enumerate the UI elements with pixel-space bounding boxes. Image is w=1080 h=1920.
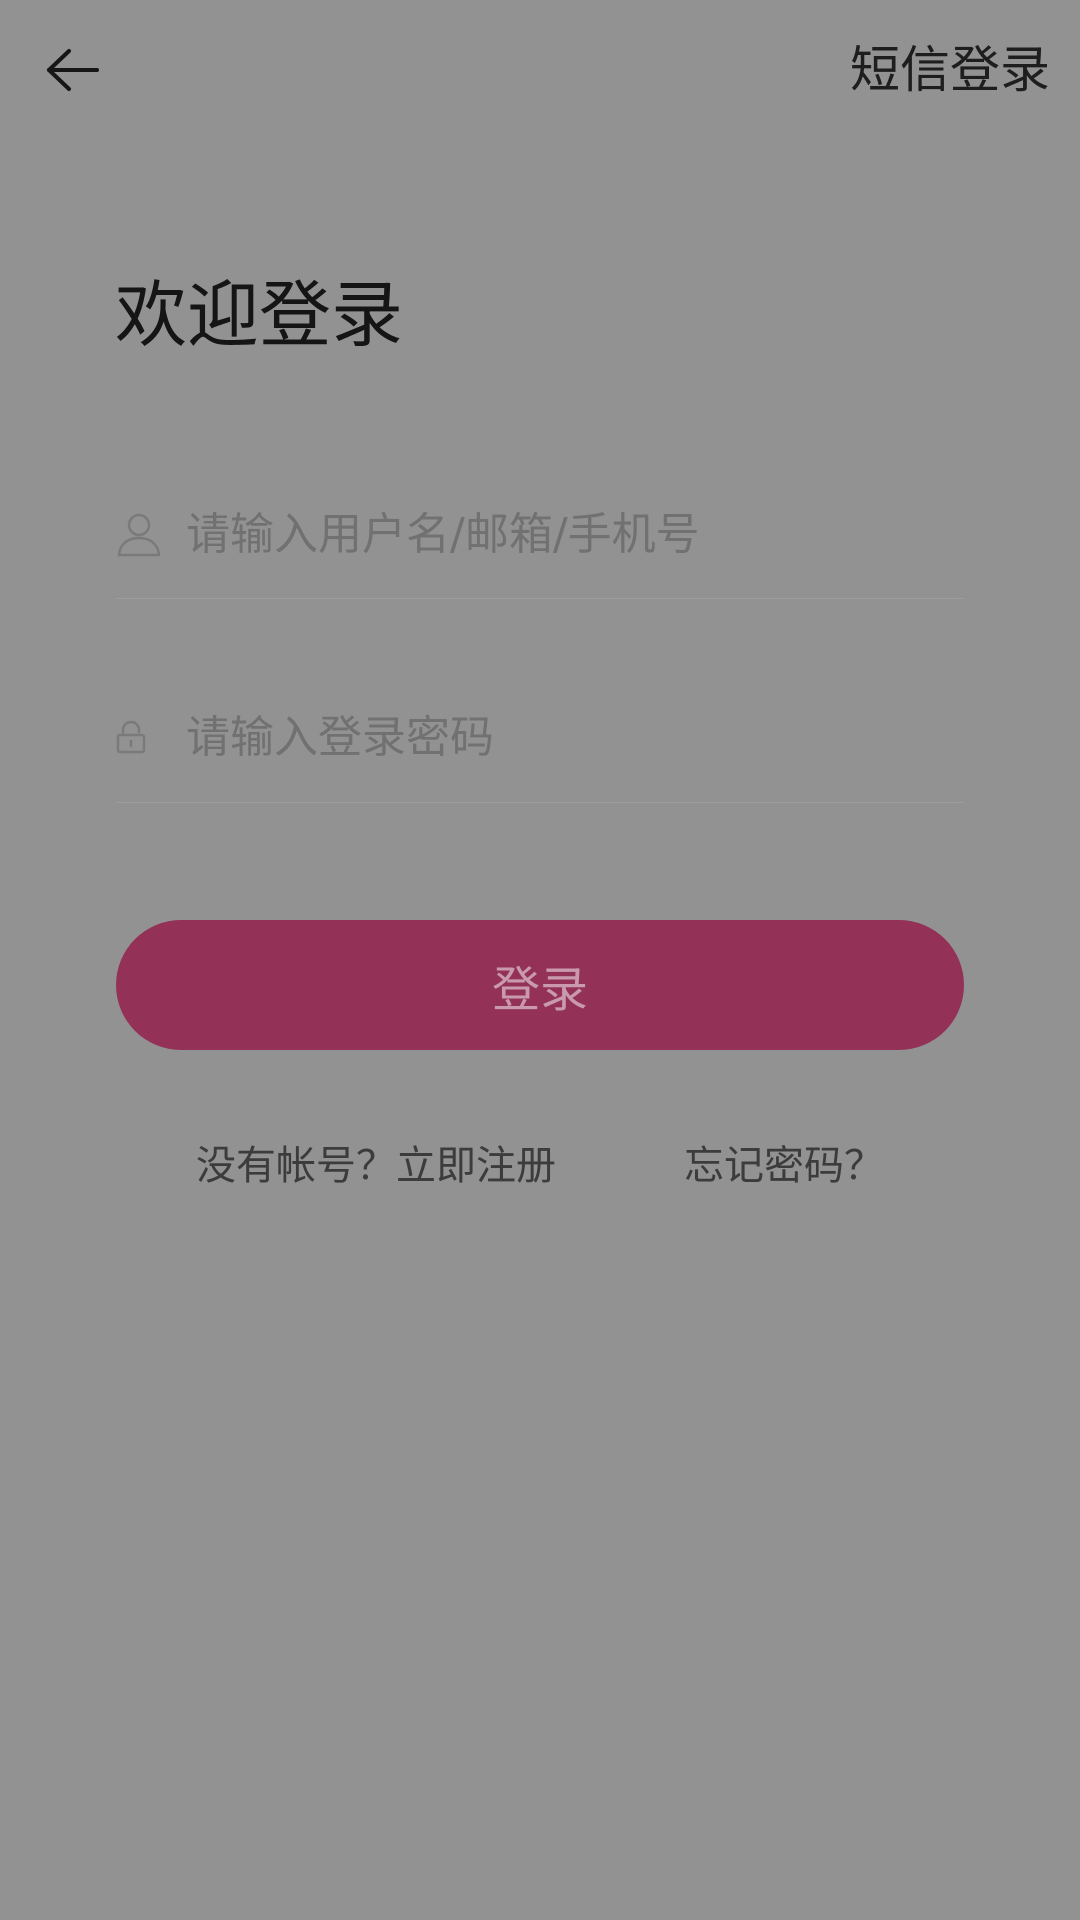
arrow-left-icon xyxy=(47,49,99,91)
register-link[interactable]: 没有帐号？立即注册 xyxy=(196,1138,556,1194)
back-button[interactable] xyxy=(38,40,108,100)
lock-icon xyxy=(116,710,170,764)
user-icon xyxy=(116,507,170,561)
username-input[interactable] xyxy=(186,499,946,569)
login-button[interactable]: 登录 xyxy=(116,920,964,1050)
password-input[interactable] xyxy=(186,702,946,772)
header: 短信登录 xyxy=(0,0,1080,140)
page-title: 欢迎登录 xyxy=(115,273,404,357)
password-field xyxy=(116,672,964,803)
forgot-password-link[interactable]: 忘记密码？ xyxy=(684,1138,884,1194)
sms-login-link[interactable]: 短信登录 xyxy=(850,38,1050,102)
username-field xyxy=(116,470,964,599)
